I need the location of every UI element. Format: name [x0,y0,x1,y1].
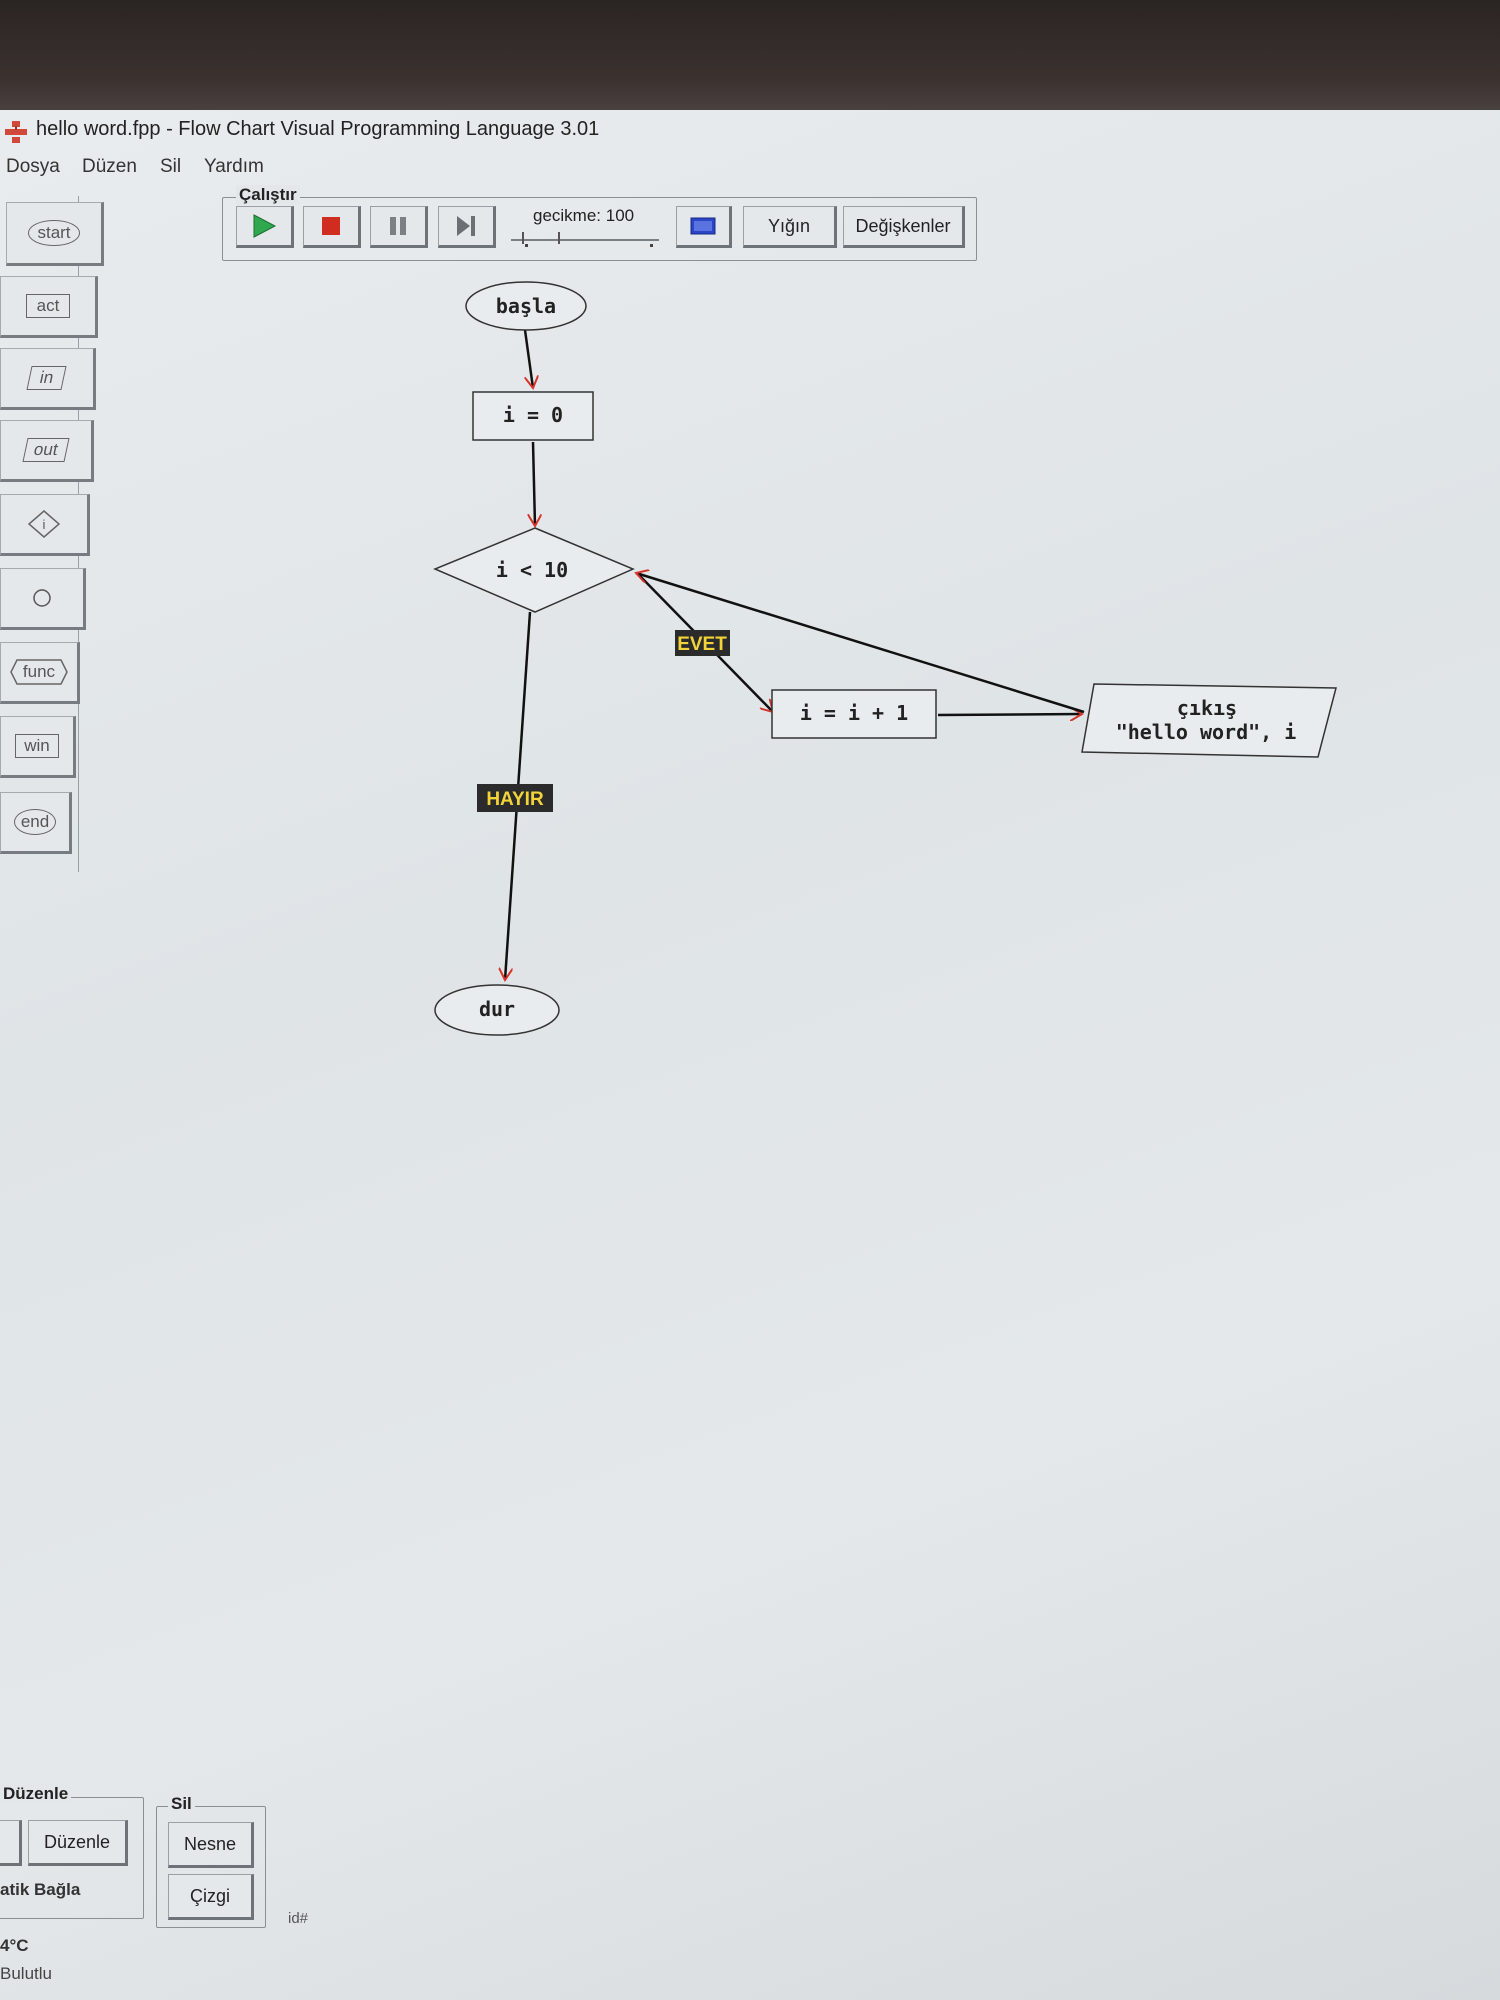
connector-init-to-condition[interactable] [533,441,535,526]
connector-increment-to-output[interactable] [937,714,1082,715]
connector-start-to-init[interactable] [523,329,533,388]
start-node-label: başla [496,294,556,318]
flowchart-diagram: başla i = 0 i < 10 i = i + 1 çıkış "hell… [433,281,1337,1036]
output-node-title: çıkış [1177,696,1237,720]
output-node-value: "hello word", i [1116,720,1297,744]
auto-connect-label[interactable]: atik Bağla [0,1880,80,1900]
delete-group-label: Sil [168,1794,195,1814]
edit-button[interactable]: Düzenle [28,1820,128,1866]
edit-group-label: Düzenle [0,1784,72,1804]
condition-node-label: i < 10 [496,558,568,582]
delete-object-button[interactable]: Nesne [168,1822,254,1868]
yes-branch-label: EVET [677,634,727,655]
id-label: id# [288,1910,309,1927]
end-node-label: dur [479,997,515,1021]
weather-temperature[interactable]: 4°C [0,1936,29,1956]
increment-node-label: i = i + 1 [800,701,908,725]
no-branch-label: HAYIR [486,789,544,810]
edit-side-button[interactable] [0,1820,22,1866]
init-node-label: i = 0 [503,403,563,427]
weather-condition: Bulutlu [0,1964,52,1983]
delete-line-button[interactable]: Çizgi [168,1874,254,1920]
